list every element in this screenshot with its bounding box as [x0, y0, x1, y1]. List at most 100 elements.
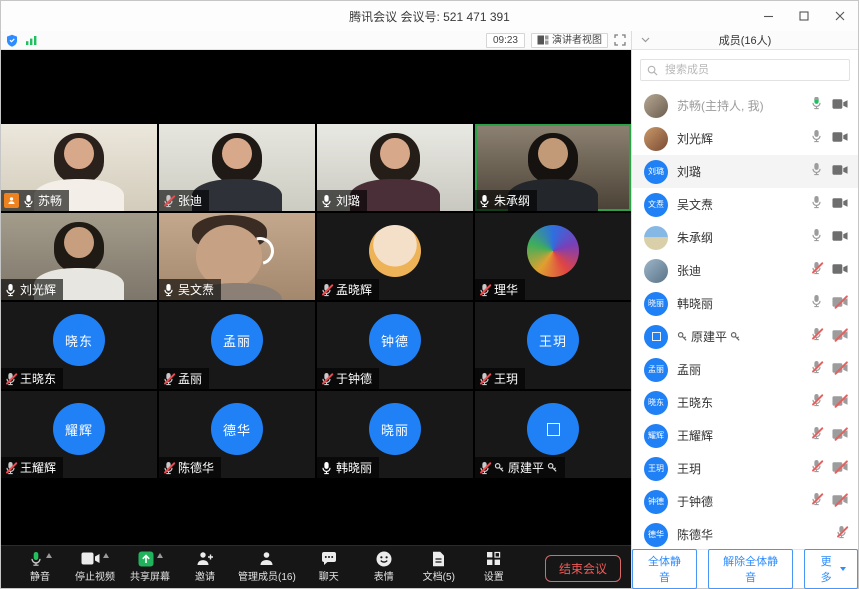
collapse-panel-button[interactable] [641, 37, 650, 43]
member-camera-toggle[interactable] [832, 97, 848, 115]
member-camera-toggle[interactable] [832, 460, 848, 478]
toolbar-mic-green-button[interactable]: 静音 [15, 549, 65, 584]
stop-video-icon [81, 552, 100, 565]
muted-slash [832, 362, 848, 374]
member-search-input[interactable] [663, 63, 843, 77]
member-camera-toggle[interactable] [832, 394, 848, 412]
member-name: 朱承纲 [677, 229, 713, 246]
video-tile[interactable]: 张迪 [159, 124, 315, 211]
member-row[interactable]: 刘璐刘璐 [632, 155, 858, 188]
member-mic-toggle[interactable] [810, 162, 823, 181]
member-row[interactable]: 原建平 [632, 320, 858, 353]
toolbar-share-screen-button[interactable]: 共享屏幕 [125, 549, 175, 584]
member-mic-toggle[interactable] [810, 492, 823, 511]
member-initials-avatar: 钟德 [644, 490, 668, 514]
member-row[interactable]: 朱承纲 [632, 221, 858, 254]
member-mic-toggle[interactable] [810, 129, 823, 148]
video-grid: 苏畅 张迪刘璐朱承纲刘光辉吴文焘孟晓辉理华晓东王晓东孟丽孟丽钟德于钟德王玥王玥耀辉… [1, 124, 631, 478]
speaker-view-button[interactable]: 演讲者视图 [531, 33, 608, 48]
end-meeting-button[interactable]: 结束会议 [545, 555, 621, 582]
participant-name: 王玥 [494, 370, 518, 387]
member-row[interactable]: 苏畅(主持人, 我) [632, 89, 858, 122]
network-signal-icon[interactable] [25, 35, 38, 46]
member-name: 王耀辉 [677, 427, 713, 444]
toolbar-docs-button[interactable]: 文档(5) [414, 549, 464, 584]
initials-avatar: 晓东 [53, 314, 105, 366]
more-button[interactable]: 更多 [804, 549, 858, 589]
members-panel: 成员(16人) 苏畅(主持人, 我)刘光辉刘璐刘璐文焘吴文焘朱承纲张迪晓丽韩晓丽… [632, 31, 858, 588]
toolbar-chat-button[interactable]: 聊天 [304, 549, 354, 584]
participant-label: 孟丽 [159, 368, 209, 389]
toolbar-apps-button[interactable]: 设置 [469, 549, 519, 584]
member-mic-toggle[interactable] [835, 525, 848, 544]
video-tile[interactable]: 耀辉王耀辉 [1, 391, 157, 478]
minimize-button[interactable] [750, 1, 786, 31]
member-row[interactable]: 钟德于钟德 [632, 485, 858, 518]
muted-slash [810, 492, 823, 506]
unmute-all-button[interactable]: 解除全体静音 [708, 549, 793, 589]
security-shield-icon[interactable] [6, 34, 18, 47]
member-row[interactable]: 耀辉王耀辉 [632, 419, 858, 452]
video-tile[interactable]: 孟丽孟丽 [159, 302, 315, 389]
video-tile[interactable]: 晓丽韩晓丽 [317, 391, 473, 478]
member-mic-toggle[interactable] [810, 360, 823, 379]
member-row[interactable]: 晓丽韩晓丽 [632, 287, 858, 320]
toolbar-camera-button[interactable]: 停止视频 [70, 549, 120, 584]
close-button[interactable] [822, 1, 858, 31]
member-camera-toggle[interactable] [832, 196, 848, 214]
caret-up-icon[interactable] [157, 553, 163, 558]
toolbar-emoji-button[interactable]: 表情 [359, 549, 409, 584]
member-row[interactable]: 晓东王晓东 [632, 386, 858, 419]
member-camera-toggle[interactable] [832, 295, 848, 313]
video-tile[interactable]: 苏畅 [1, 124, 157, 211]
member-row[interactable]: 王玥王玥 [632, 452, 858, 485]
muted-slash [810, 327, 823, 341]
video-tile[interactable]: 朱承纲 [475, 124, 631, 211]
member-initials-avatar: 德华 [644, 523, 668, 547]
member-mic-toggle[interactable] [810, 228, 823, 247]
video-tile[interactable]: 钟德于钟德 [317, 302, 473, 389]
member-mic-toggle[interactable] [810, 294, 823, 313]
video-tile[interactable]: 原建平 [475, 391, 631, 478]
member-camera-toggle[interactable] [832, 229, 848, 247]
participant-name: 苏畅 [38, 192, 62, 209]
member-camera-toggle[interactable] [832, 163, 848, 181]
caret-up-icon[interactable] [46, 553, 52, 558]
member-mic-toggle[interactable] [810, 327, 823, 346]
fullscreen-button[interactable] [614, 34, 626, 46]
member-camera-toggle[interactable] [832, 262, 848, 280]
member-camera-toggle[interactable] [832, 328, 848, 346]
member-row[interactable]: 孟丽孟丽 [632, 353, 858, 386]
mute-all-button[interactable]: 全体静音 [632, 549, 697, 589]
toolbar-label: 静音 [30, 568, 50, 583]
muted-slash [478, 283, 491, 297]
member-camera-toggle[interactable] [832, 130, 848, 148]
video-tile[interactable]: 德华陈德华 [159, 391, 315, 478]
member-mic-toggle[interactable] [810, 393, 823, 412]
caret-up-icon[interactable] [103, 553, 109, 558]
video-tile[interactable]: 吴文焘 [159, 213, 315, 300]
member-row[interactable]: 张迪 [632, 254, 858, 287]
video-tile[interactable]: 王玥王玥 [475, 302, 631, 389]
maximize-button[interactable] [786, 1, 822, 31]
toolbar-invite-button[interactable]: 邀请 [180, 549, 230, 584]
member-mic-toggle[interactable] [810, 261, 823, 280]
video-tile[interactable]: 刘璐 [317, 124, 473, 211]
member-row[interactable]: 德华陈德华 [632, 518, 858, 549]
toolbar-members-button[interactable]: 管理成员(16) [235, 549, 299, 584]
video-tile[interactable]: 刘光辉 [1, 213, 157, 300]
member-mic-toggle[interactable] [810, 426, 823, 445]
video-tile[interactable]: 晓东王晓东 [1, 302, 157, 389]
video-tile[interactable]: 理华 [475, 213, 631, 300]
member-search-box[interactable] [640, 59, 850, 81]
member-mic-toggle[interactable] [810, 459, 823, 478]
video-tile[interactable]: 孟晓辉 [317, 213, 473, 300]
member-mic-toggle[interactable] [810, 96, 823, 115]
member-mic-toggle[interactable] [810, 195, 823, 214]
member-row[interactable]: 刘光辉 [632, 122, 858, 155]
member-row[interactable]: 文焘吴文焘 [632, 188, 858, 221]
member-camera-toggle[interactable] [832, 427, 848, 445]
member-camera-toggle[interactable] [832, 493, 848, 511]
camera-icon [832, 164, 848, 176]
member-camera-toggle[interactable] [832, 361, 848, 379]
